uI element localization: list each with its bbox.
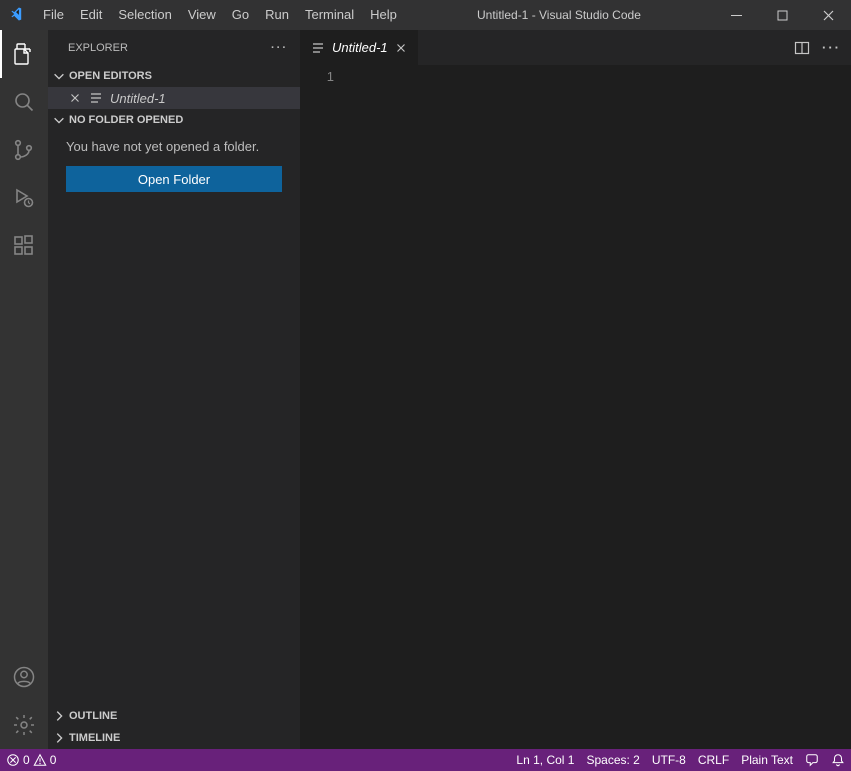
file-lines-icon [310,40,326,56]
chevron-down-icon [52,69,66,83]
sidebar-body: You have not yet opened a folder. Open F… [48,131,300,749]
status-problems[interactable]: 0 0 [0,749,62,771]
status-feedback-icon[interactable] [799,749,825,771]
status-bell-icon[interactable] [825,749,851,771]
main-area: Explorer ··· Open Editors Untitled-1 No … [0,30,851,749]
title-bar: File Edit Selection View Go Run Terminal… [0,0,851,30]
line-number: 1 [300,69,334,84]
editor-area: Untitled-1 ··· 1 [300,30,851,749]
section-timeline-label: Timeline [69,732,120,744]
tab-label: Untitled-1 [332,40,388,55]
activity-run-debug[interactable] [0,174,48,222]
close-icon[interactable] [68,91,82,105]
editor-body[interactable]: 1 [300,65,851,749]
vscode-logo-icon [0,7,35,23]
open-folder-button[interactable]: Open Folder [66,166,282,192]
menu-edit[interactable]: Edit [72,0,110,30]
maximize-button[interactable] [759,0,805,30]
chevron-down-icon [52,113,66,127]
window-controls [713,0,851,30]
activity-settings[interactable] [0,701,48,749]
file-lines-icon [88,90,104,106]
menu-run[interactable]: Run [257,0,297,30]
menu-view[interactable]: View [180,0,224,30]
minimize-button[interactable] [713,0,759,30]
activity-source-control[interactable] [0,126,48,174]
window-title: Untitled-1 - Visual Studio Code [405,8,713,22]
open-editor-item[interactable]: Untitled-1 [48,87,300,109]
section-no-folder[interactable]: No Folder Opened [48,109,300,131]
chevron-right-icon [52,731,66,745]
status-bar: 0 0 Ln 1, Col 1 Spaces: 2 UTF-8 CRLF Pla… [0,749,851,771]
code-area[interactable] [348,65,851,749]
status-indentation[interactable]: Spaces: 2 [580,749,645,771]
tabs-row: Untitled-1 ··· [300,30,851,65]
menu-selection[interactable]: Selection [110,0,179,30]
section-open-editors[interactable]: Open Editors [48,65,300,87]
sidebar-explorer: Explorer ··· Open Editors Untitled-1 No … [48,30,300,749]
status-warning-count: 0 [50,753,57,767]
close-window-button[interactable] [805,0,851,30]
editor-more-icon[interactable]: ··· [822,40,841,55]
line-number-gutter: 1 [300,65,348,749]
no-folder-panel: You have not yet opened a folder. Open F… [48,131,300,204]
menu-help[interactable]: Help [362,0,405,30]
status-error-count: 0 [23,753,30,767]
sidebar-title: Explorer [68,42,128,54]
no-folder-message: You have not yet opened a folder. [66,139,282,154]
activity-explorer[interactable] [0,30,48,78]
menu-terminal[interactable]: Terminal [297,0,362,30]
sidebar-more-icon[interactable]: ··· [271,42,288,54]
activity-bar [0,30,48,749]
close-icon[interactable] [394,41,408,55]
tab-untitled-1[interactable]: Untitled-1 [300,30,419,65]
activity-search[interactable] [0,78,48,126]
menu-file[interactable]: File [35,0,72,30]
split-editor-icon[interactable] [794,40,810,56]
section-open-editors-label: Open Editors [69,70,152,82]
activity-accounts[interactable] [0,653,48,701]
editor-actions: ··· [794,30,851,65]
section-outline-label: Outline [69,710,117,722]
section-no-folder-label: No Folder Opened [69,114,183,126]
section-timeline[interactable]: Timeline [48,727,300,749]
status-line-col[interactable]: Ln 1, Col 1 [510,749,580,771]
chevron-right-icon [52,709,66,723]
status-encoding[interactable]: UTF-8 [646,749,692,771]
activity-extensions[interactable] [0,222,48,270]
menu-go[interactable]: Go [224,0,257,30]
status-eol[interactable]: CRLF [692,749,735,771]
status-language[interactable]: Plain Text [735,749,799,771]
sidebar-title-row: Explorer ··· [48,30,300,65]
menu-bar: File Edit Selection View Go Run Terminal… [35,0,405,30]
warning-icon [33,753,47,767]
open-editor-label: Untitled-1 [110,91,166,106]
error-icon [6,753,20,767]
section-outline[interactable]: Outline [48,705,300,727]
